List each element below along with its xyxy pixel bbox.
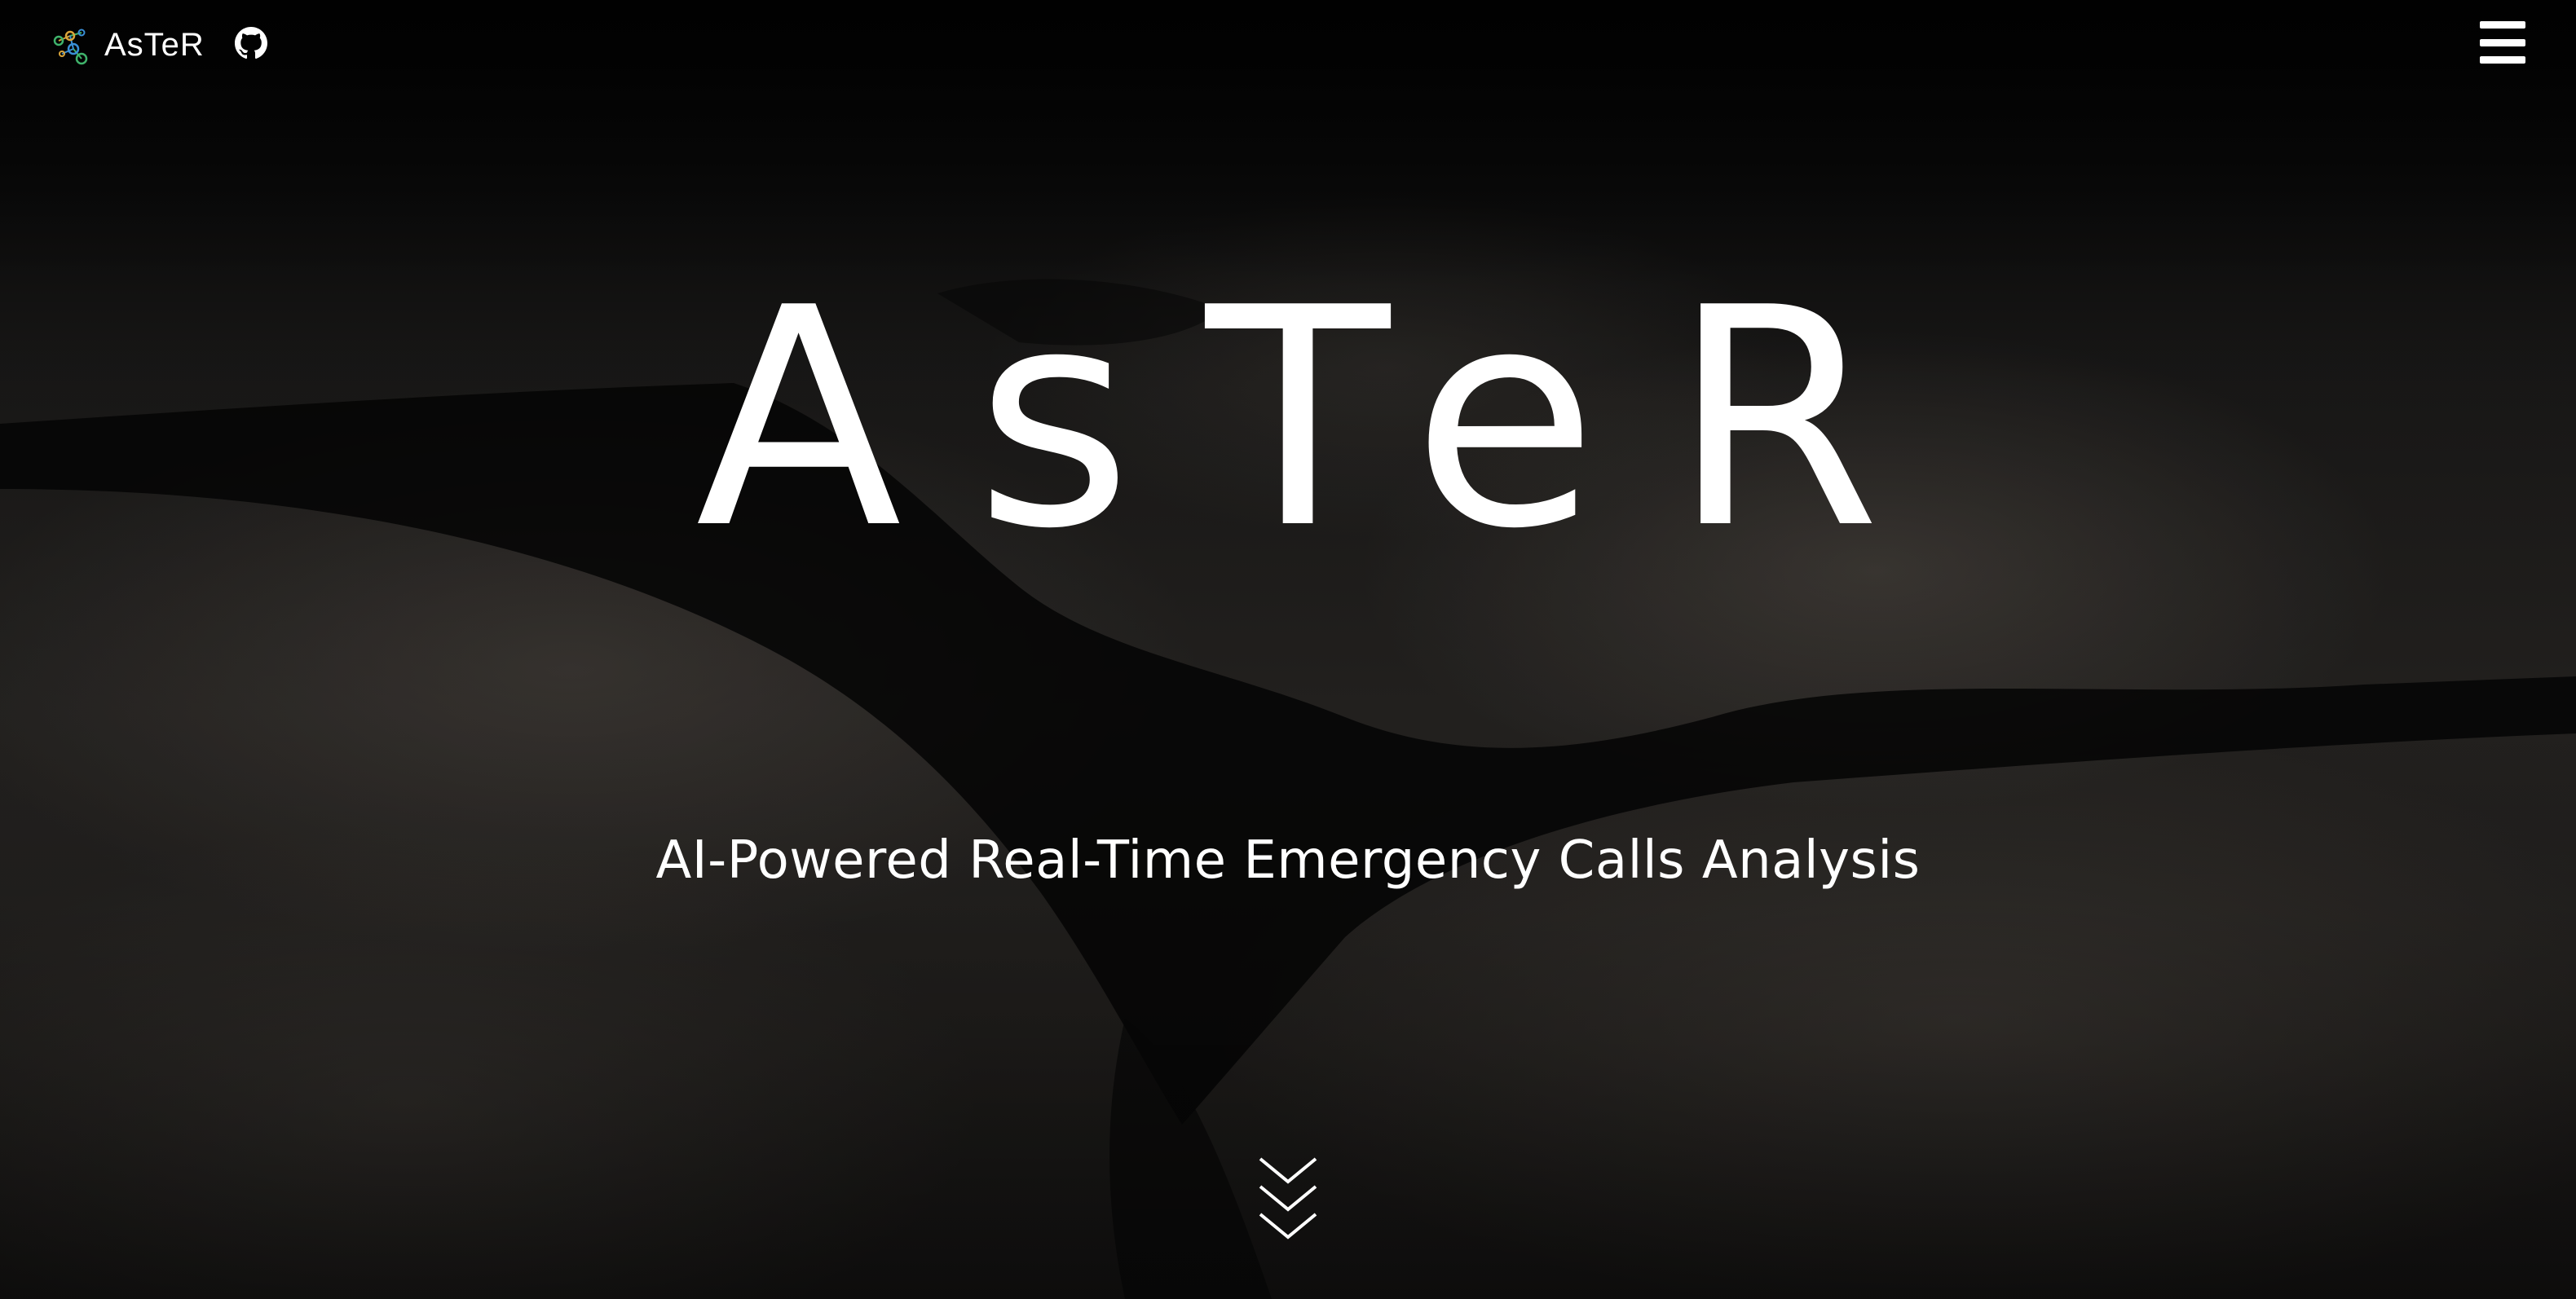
dark-overlay [0,0,2576,1299]
hero-subtitle: AI-Powered Real-Time Emergency Calls Ana… [655,830,1921,891]
molecule-logo-icon [53,29,88,65]
menu-bar [2480,21,2525,29]
hero-title: AsTeR [695,244,1954,595]
menu-bar [2480,56,2525,64]
github-icon[interactable] [235,27,267,59]
chevrons-down-icon[interactable] [1257,1156,1319,1242]
menu-bar [2480,38,2525,46]
brand-name: AsTeR [104,26,205,63]
top-navbar: AsTeR [0,0,2576,90]
landing-page: AsTeR AsTeR AI-Powered Real-Time Emergen… [0,0,2576,1299]
brand-link[interactable]: AsTeR [49,23,205,67]
hamburger-menu-icon[interactable] [2480,21,2525,64]
